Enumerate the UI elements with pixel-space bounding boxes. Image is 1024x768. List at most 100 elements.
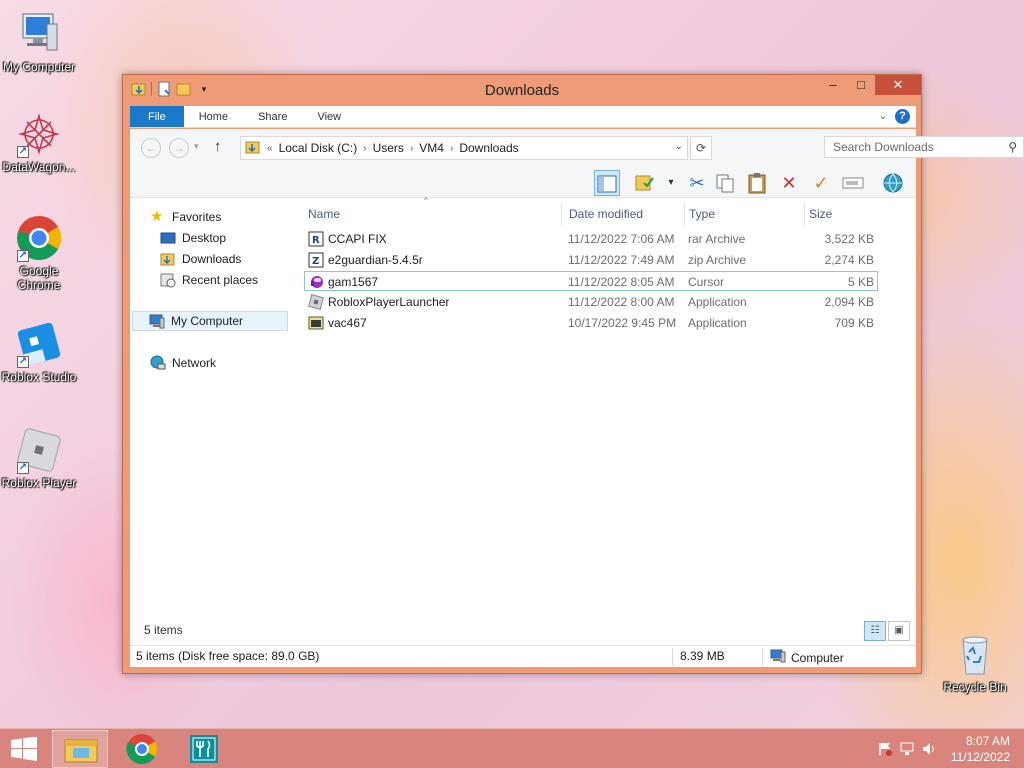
window-title: Downloads: [484, 82, 560, 99]
svg-text:R: R: [312, 235, 320, 246]
expand-ribbon-icon[interactable]: ⌄: [879, 111, 887, 122]
nav-downloads[interactable]: Downloads: [160, 249, 241, 269]
action-center-flag-icon[interactable]: [878, 742, 892, 759]
taskbar-chrome[interactable]: [114, 730, 170, 768]
status-divider: [762, 648, 763, 666]
recent-locations-icon[interactable]: ▾: [194, 141, 199, 152]
application-icon: [308, 315, 324, 331]
computer-icon: [15, 10, 63, 58]
search-placeholder: Search Downloads: [833, 140, 934, 154]
tab-share[interactable]: Share: [243, 106, 302, 127]
desktop-icon-datawagon[interactable]: ↗ DataWagon...: [0, 110, 78, 174]
status-location: Computer: [764, 646, 844, 669]
rar-archive-icon: R: [308, 231, 324, 247]
column-header-name[interactable]: Name: [304, 202, 562, 226]
network-globe-icon[interactable]: [880, 170, 906, 196]
search-input[interactable]: Search Downloads ⚲: [824, 136, 1024, 158]
folder-check-icon[interactable]: [632, 170, 658, 196]
file-type: zip Archive: [688, 253, 747, 267]
chevron-right-icon[interactable]: ›: [448, 143, 455, 154]
back-button[interactable]: ←: [141, 138, 161, 158]
volume-icon[interactable]: [922, 742, 936, 759]
file-row[interactable]: R CCAPI FIX 11/12/2022 7:06 AM rar Archi…: [304, 229, 878, 249]
large-icons-view-icon[interactable]: ▣: [888, 621, 910, 641]
nav-favorites-label: Favorites: [172, 210, 222, 224]
explorer-content: ★ Favorites Desktop Downloads Recent pla…: [130, 196, 916, 645]
column-header-date[interactable]: Date modified: [565, 202, 685, 226]
help-icon[interactable]: ?: [895, 109, 910, 124]
details-view-icon[interactable]: ☷: [864, 621, 886, 641]
desktop-icon-label: Google Chrome: [17, 264, 61, 292]
preview-pane-icon[interactable]: [594, 170, 620, 196]
desktop-icon-roblox-player[interactable]: ↗ Roblox Player: [0, 426, 78, 490]
nav-desktop-label: Desktop: [182, 231, 227, 245]
tab-home[interactable]: Home: [184, 106, 243, 127]
paste-icon[interactable]: [744, 170, 770, 196]
refresh-button[interactable]: ⟳: [690, 136, 712, 160]
file-date: 11/12/2022 7:49 AM: [568, 253, 675, 267]
file-row-focused[interactable]: gam1567 11/12/2022 8:05 AM Cursor 5 KB: [304, 271, 878, 291]
navigation-pane: ★ Favorites Desktop Downloads Recent pla…: [130, 198, 300, 645]
tab-view[interactable]: View: [302, 106, 356, 127]
chevron-down-icon[interactable]: ⌄: [675, 141, 683, 152]
status-location-label: Computer: [791, 650, 844, 665]
file-type: rar Archive: [688, 232, 746, 246]
minimize-button[interactable]: –: [819, 75, 847, 95]
shortcut-arrow-icon: ↗: [17, 146, 29, 158]
file-row[interactable]: vac467 10/17/2022 9:45 PM Application 70…: [304, 313, 878, 333]
cut-icon[interactable]: ✂: [684, 170, 710, 196]
taskbar-restaurant-app[interactable]: [176, 730, 232, 768]
chevron-right-icon[interactable]: ›: [361, 143, 368, 154]
window-controls: – □ ✕: [819, 75, 921, 95]
address-folder-icon: [245, 140, 261, 157]
desktop-icon-recycle-bin[interactable]: Recycle Bin: [936, 630, 1014, 694]
nav-recent-places[interactable]: Recent places: [160, 270, 258, 290]
clock-time: 8:07 AM: [965, 734, 1010, 748]
nav-favorites[interactable]: ★ Favorites: [150, 207, 221, 227]
crumb-local-disk[interactable]: Local Disk (C:): [275, 141, 362, 155]
dropdown-arrow-icon[interactable]: ▾: [658, 170, 684, 196]
file-row[interactable]: RobloxPlayerLauncher 11/12/2022 8:00 AM …: [304, 292, 878, 312]
star-icon: ★: [150, 208, 164, 225]
column-header-size[interactable]: Size: [805, 202, 881, 226]
status-bar: 5 items (Disk free space: 89.0 GB) 8.39 …: [130, 645, 916, 667]
tab-file[interactable]: File: [130, 106, 184, 127]
desktop-icon-my-computer[interactable]: My Computer: [0, 10, 78, 74]
file-list: ^ Name Date modified Type Size R CCAPI F…: [304, 196, 916, 645]
network-tray-icon[interactable]: [900, 742, 914, 759]
status-summary: 5 items (Disk free space: 89.0 GB): [136, 649, 320, 663]
maximize-button[interactable]: □: [847, 75, 875, 95]
address-overflow[interactable]: «: [261, 143, 275, 154]
crumb-users[interactable]: Users: [369, 141, 408, 155]
delete-icon[interactable]: ✕: [776, 170, 802, 196]
nav-desktop[interactable]: Desktop: [160, 228, 226, 248]
file-row[interactable]: Z e2guardian-5.4.5r 11/12/2022 7:49 AM z…: [304, 250, 878, 270]
file-type: Application: [688, 295, 747, 309]
copy-icon[interactable]: [712, 170, 738, 196]
rename-check-icon[interactable]: ✓: [808, 170, 834, 196]
close-button[interactable]: ✕: [875, 75, 921, 95]
roblox-studio-icon: ↗: [15, 320, 63, 368]
explorer-window: ▾ Downloads – □ ✕ File Home Share View ⌄…: [122, 74, 1024, 674]
nav-network[interactable]: Network: [150, 353, 216, 373]
datawagon-icon: ↗: [15, 110, 63, 158]
chrome-icon: ↗: [15, 214, 63, 262]
desktop-icon-google-chrome[interactable]: ↗ Google Chrome: [0, 214, 78, 292]
clock[interactable]: 8:07 AM 11/12/2022: [951, 733, 1010, 765]
nav-my-computer[interactable]: My Computer: [132, 311, 288, 331]
desktop-icon-roblox-studio[interactable]: ↗ Roblox Studio: [0, 320, 78, 384]
crumb-vm4[interactable]: VM4: [415, 141, 448, 155]
file-name: RobloxPlayerLauncher: [328, 295, 450, 309]
column-header-type[interactable]: Type: [685, 202, 805, 226]
rename-icon[interactable]: [840, 170, 866, 196]
navigation-bar: ← → ▾ ↑ « Local Disk (C:) › Users › VM4 …: [130, 129, 1024, 166]
chevron-right-icon[interactable]: ›: [408, 143, 415, 154]
up-button[interactable]: ↑: [214, 138, 222, 155]
forward-button[interactable]: →: [169, 138, 189, 158]
shortcut-arrow-icon: ↗: [17, 356, 29, 368]
taskbar-file-explorer[interactable]: [52, 730, 108, 768]
title-bar[interactable]: ▾ Downloads – □ ✕: [123, 75, 921, 105]
start-button[interactable]: [10, 736, 38, 761]
crumb-downloads[interactable]: Downloads: [455, 141, 522, 155]
address-bar[interactable]: « Local Disk (C:) › Users › VM4 › Downlo…: [240, 136, 688, 160]
